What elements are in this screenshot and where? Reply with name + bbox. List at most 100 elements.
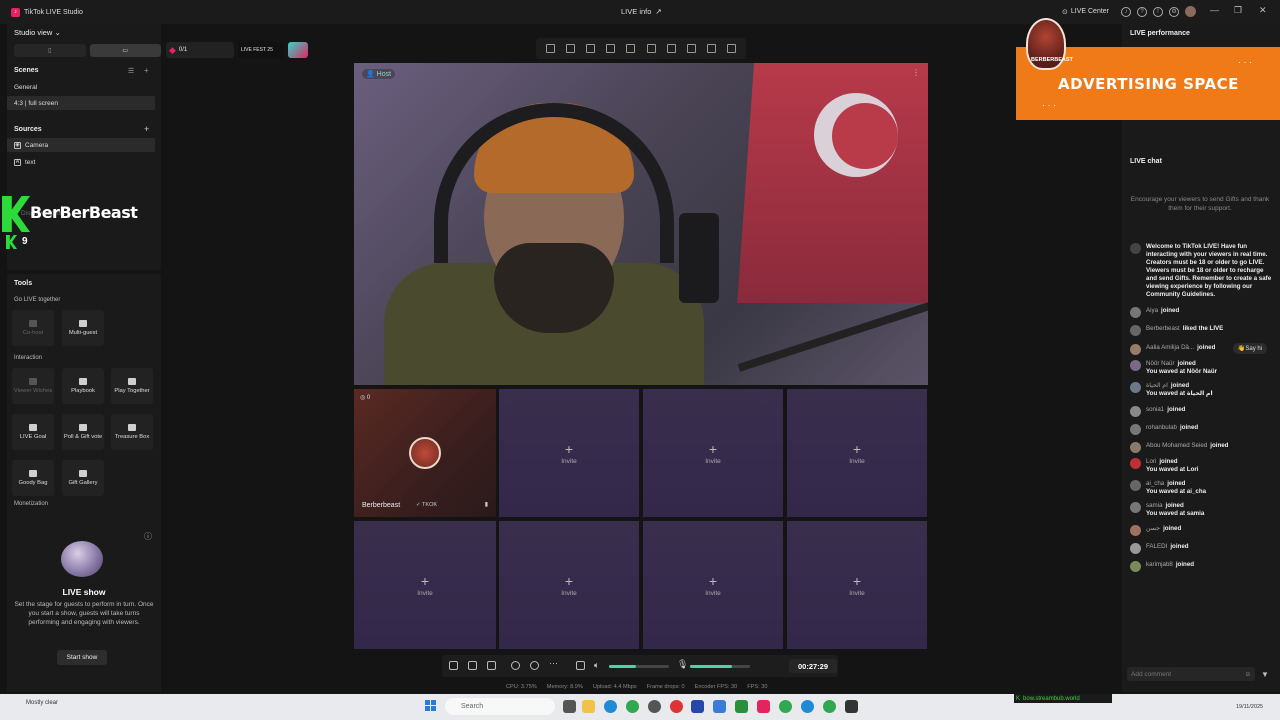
say-hi-button[interactable]: 👋 Say hi [1233, 343, 1267, 354]
add-source-icon[interactable]: + [144, 124, 149, 134]
speaker-icon[interactable]: 🔈︎ [594, 660, 599, 671]
filter-icon[interactable]: ▼ [1261, 670, 1269, 679]
invite-tile[interactable]: + Invite [787, 521, 927, 649]
invite-tile[interactable]: + Invite [354, 521, 496, 649]
goody-bag-button[interactable]: Goody Bag [12, 460, 54, 496]
chrome-icon[interactable] [801, 700, 814, 713]
portrait-view-button[interactable]: ▯ [14, 44, 86, 57]
chat-username[interactable]: Berberbeast [1146, 325, 1180, 332]
fullscreen-icon[interactable] [545, 44, 555, 53]
mixer-icon[interactable] [576, 661, 585, 670]
undo-icon[interactable] [707, 44, 717, 53]
chat-avatar[interactable] [1130, 458, 1141, 469]
chat-username[interactable]: samia [1146, 502, 1163, 509]
fest-icon[interactable] [288, 42, 308, 58]
center-icon[interactable] [585, 44, 595, 53]
chat-avatar[interactable] [1130, 442, 1141, 453]
chrome-icon[interactable] [779, 700, 792, 713]
fit-icon[interactable] [565, 44, 575, 53]
flip-icon[interactable] [646, 44, 656, 53]
more-icon[interactable]: ··· [549, 658, 558, 668]
chat-avatar[interactable] [1130, 325, 1141, 336]
invite-tile[interactable]: + Invite [499, 389, 639, 517]
help-icon[interactable]: ? [1137, 6, 1148, 17]
chat-username[interactable]: Nöör Naür [1146, 360, 1175, 367]
source-item-camera[interactable]: ◉ Camera [7, 138, 155, 152]
tiktok-live-studio-icon[interactable] [757, 700, 770, 713]
chat-username[interactable]: Aalia Amilija Dä... [1146, 344, 1194, 351]
chat-avatar[interactable] [1130, 502, 1141, 513]
chat-username[interactable]: حسن [1146, 525, 1160, 532]
playbook-button[interactable]: Playbook [62, 368, 104, 404]
chat-avatar[interactable] [1130, 480, 1141, 491]
speaker-volume-slider[interactable] [609, 665, 669, 668]
chat-avatar[interactable] [1130, 525, 1141, 536]
chat-username[interactable]: Aiya [1146, 307, 1158, 314]
meet-icon[interactable] [691, 700, 704, 713]
host-video[interactable]: 👤 Host ⋮ [354, 63, 928, 385]
more-icon[interactable]: ⋮ [912, 68, 920, 77]
chat-avatar[interactable] [1130, 406, 1141, 417]
effects-icon[interactable] [449, 661, 458, 670]
weather-widget[interactable]: Mostly clear [26, 700, 58, 706]
guest-tile[interactable]: ◎ 0 Berberbeast ✓ TKOK ▮ [354, 389, 496, 517]
close-icon[interactable]: ✕ [1259, 5, 1267, 16]
chat-avatar[interactable] [1130, 424, 1141, 435]
minimize-icon[interactable]: — [1210, 5, 1219, 15]
file-explorer-icon[interactable] [582, 700, 595, 713]
chat-avatar[interactable] [1130, 543, 1141, 554]
help-icon[interactable]: ⓘ [144, 531, 152, 542]
browser-icon[interactable] [670, 700, 683, 713]
windows-start-icon[interactable] [425, 700, 437, 712]
layer-up-icon[interactable] [666, 44, 676, 53]
live-info-button[interactable]: LIVE info ↗ [621, 7, 662, 16]
studio-view-dropdown[interactable]: Studio view ⌄ [14, 28, 61, 37]
lock-icon[interactable]: ▮ [485, 501, 488, 508]
scene-item[interactable]: 4:3 | full screen [7, 96, 155, 110]
chat-avatar[interactable] [1130, 561, 1141, 572]
screen-icon[interactable] [487, 661, 496, 670]
mic-volume-slider[interactable] [690, 665, 750, 668]
app-icon[interactable] [713, 700, 726, 713]
chat-username[interactable]: sonia1 [1146, 406, 1164, 413]
poll-gift-vote-button[interactable]: Poll & Gift vote [62, 414, 104, 450]
invite-tile[interactable]: + Invite [499, 521, 639, 649]
layer-down-icon[interactable] [686, 44, 696, 53]
viewer-wishes-button[interactable]: Viewer Wishes [12, 368, 54, 404]
edge-icon[interactable] [604, 700, 617, 713]
add-scene-icon[interactable]: + [144, 66, 149, 75]
crop-icon[interactable] [606, 44, 616, 53]
chrome-icon[interactable] [626, 700, 639, 713]
record-icon[interactable] [511, 661, 520, 670]
beauty-icon[interactable] [468, 661, 477, 670]
task-view-icon[interactable] [563, 700, 576, 713]
live-goal-button[interactable]: LIVE Goal [12, 414, 54, 450]
avatar[interactable] [1185, 6, 1197, 17]
multi-guest-button[interactable]: Multi-guest [62, 310, 104, 346]
chrome-icon[interactable] [823, 700, 836, 713]
microphone-icon[interactable]: 🎙︎ [677, 659, 688, 670]
taskbar-search[interactable]: Search [445, 698, 555, 715]
start-show-button[interactable]: Start show [57, 650, 107, 665]
play-together-button[interactable]: Play Together [111, 368, 153, 404]
live-center-button[interactable]: ⊙ LIVE Center [1062, 8, 1109, 16]
delete-icon[interactable] [727, 44, 737, 53]
chat-username[interactable]: FALEDI [1146, 543, 1167, 550]
treasure-box-button[interactable]: Treasure Box [111, 414, 153, 450]
camera-switch-icon[interactable] [530, 661, 539, 670]
obs-icon[interactable] [648, 700, 661, 713]
chat-username[interactable]: Abou Mohamed Seied [1146, 442, 1207, 449]
gift-progress[interactable]: ◆ 0/1 [166, 42, 234, 58]
co-host-button[interactable]: Co-host [12, 310, 54, 346]
chat-username[interactable]: Lori [1146, 458, 1156, 465]
terminal-icon[interactable] [735, 700, 748, 713]
scene-item[interactable]: General [7, 80, 155, 94]
source-item-text[interactable]: A text [7, 155, 155, 169]
invite-tile[interactable]: + Invite [787, 389, 927, 517]
invite-tile[interactable]: + Invite [643, 521, 783, 649]
chat-avatar[interactable] [1130, 382, 1141, 393]
chat-username[interactable]: ام الحياة [1146, 382, 1168, 389]
landscape-view-button[interactable]: ▭ [89, 44, 161, 57]
feedback-icon[interactable]: ! [1153, 6, 1164, 17]
bell-icon[interactable]: ♪ [1121, 6, 1132, 17]
